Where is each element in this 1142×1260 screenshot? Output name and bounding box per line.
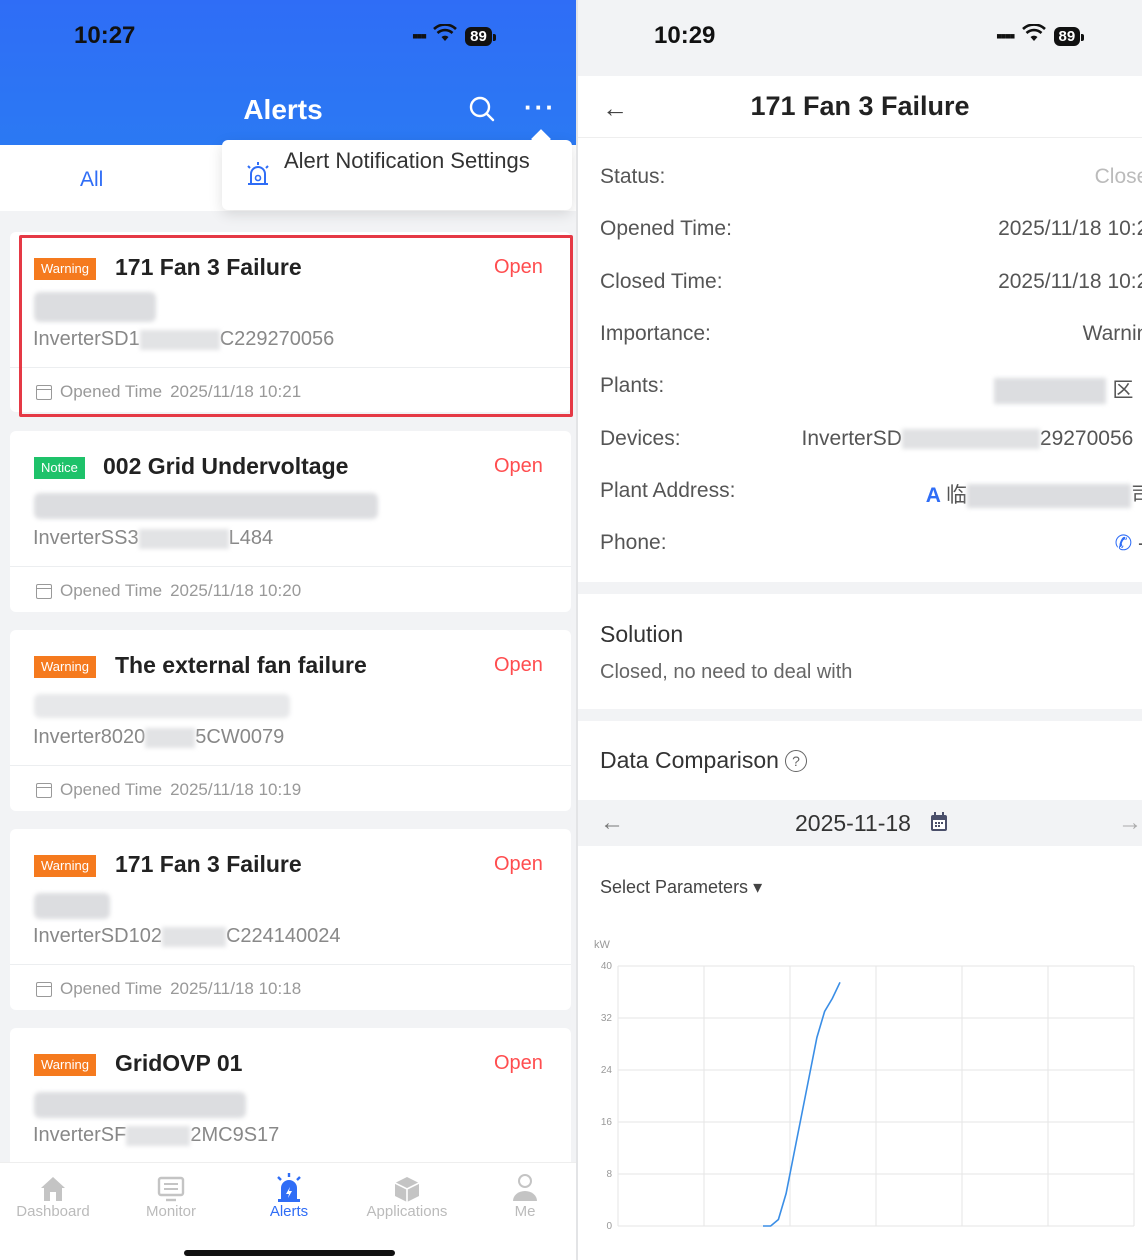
status-time: 10:27 [74,22,136,49]
search-icon[interactable] [468,95,496,123]
plant-name-redacted [34,893,110,919]
next-day-arrow-icon[interactable]: → [1118,809,1142,837]
nav-dashboard[interactable]: Dashboard [3,1169,103,1220]
power-line-chart: kW 0 8 16 24 32 40 [594,939,1135,1232]
nav-applications[interactable]: Applications [357,1169,457,1220]
alert-title: 002 Grid Undervoltage [103,453,349,479]
alert-status: Open [494,455,543,477]
monitor-icon [157,1176,185,1202]
help-icon[interactable]: ? [784,749,807,772]
alert-card[interactable]: Notice 002 Grid Undervoltage Open Invert… [10,431,571,612]
wifi-icon [433,23,458,48]
severity-badge: Warning [34,656,96,678]
alert-card[interactable]: Warning The external fan failure Open In… [10,630,571,811]
y-tick-label: 16 [601,1117,613,1128]
tab-all[interactable]: All [80,168,103,192]
alarm-icon [277,1173,301,1202]
alert-status: Open [494,654,543,676]
plant-name-redacted [34,1092,246,1118]
status-icons: ▪▪▪▪ 89 [996,23,1084,48]
battery-icon: 89 [1053,26,1084,46]
data-comparison-title: Data Comparison ? [600,747,807,774]
device-id: InverterSD102 C224140024 [33,925,341,947]
select-parameters-dropdown[interactable]: Select Parameters ▾ [600,877,762,898]
user-icon [513,1174,537,1201]
plant-name-redacted [34,694,290,718]
y-tick-label: 8 [606,1169,612,1180]
detail-closed-time: Closed Time: 2025/11/18 10:27 [600,270,1142,293]
severity-badge: Warning [34,855,96,877]
bottom-nav: Dashboard Monitor Alerts Applications Me [0,1162,576,1260]
previous-day-arrow-icon[interactable]: ← [600,809,624,837]
plant-name-redacted [34,493,378,519]
detail-importance: Importance: Warning [600,322,1142,345]
y-axis-unit: kW [594,939,611,951]
battery-icon: 89 [465,26,496,46]
navigation-icon: A [925,484,946,507]
home-indicator [184,1250,395,1256]
opened-time: Opened Time 2025/11/18 10:19 [36,780,301,800]
y-tick-label: 32 [601,1013,613,1024]
severity-badge: Warning [34,1054,96,1076]
alert-card[interactable]: Warning GridOVP 01 Open InverterSF 2MC9S1… [10,1028,571,1168]
status-time: 10:29 [654,22,716,49]
detail-devices[interactable]: Devices: InverterSD29270056 › [600,427,1142,451]
solution-text: Closed, no need to deal with [600,661,853,683]
alert-card[interactable]: Warning 171 Fan 3 Failure Open InverterS… [10,829,571,1010]
nav-me[interactable]: Me [475,1169,575,1220]
nav-bar: ← 171 Fan 3 Failure [578,76,1142,138]
detail-plants[interactable]: Plants: 区 › [600,374,1142,405]
status-bar: 10:29 ▪▪▪▪ 89 [578,0,1142,76]
nav-monitor[interactable]: Monitor [121,1169,221,1220]
dropdown-arrow-icon: ▾ [753,877,763,897]
alert-title: GridOVP 01 [115,1050,243,1076]
more-menu-popup: Alert Notification Settings [222,140,572,210]
device-id: InverterSS3 L484 [33,527,274,549]
device-id: InverterSF 2MC9S17 [33,1124,280,1146]
calendar-icon [36,981,52,997]
detail-status: Status: Closed [600,165,1142,188]
calendar-icon [36,782,52,798]
detail-phone[interactable]: Phone: ✆ -- [600,531,1142,555]
status-icons: ▪▪▪ 89 [412,23,496,48]
highlight-box [19,235,573,417]
page-title: 171 Fan 3 Failure [750,91,970,121]
alerts-header: 10:27 ▪▪▪ 89 Alerts ··· [0,0,576,145]
nav-alerts[interactable]: Alerts [239,1169,339,1220]
alert-notification-settings[interactable]: Alert Notification Settings [284,147,544,174]
calendar-icon[interactable] [930,812,948,832]
alert-detail-screen: 10:29 ▪▪▪▪ 89 ← 171 Fan 3 Failure Status… [578,0,1142,1260]
more-icon[interactable]: ··· [524,92,556,123]
signal-icon: ▪▪▪ [412,25,427,46]
signal-icon: ▪▪▪▪ [996,25,1015,46]
detail-plant-address[interactable]: Plant Address: A 临司 [600,479,1142,509]
alert-title: The external fan failure [115,652,367,678]
device-id: Inverter8020 5CW0079 [33,726,285,748]
alert-status: Open [494,1052,543,1074]
selected-date[interactable]: 2025-11-18 [795,810,911,837]
alert-title: 171 Fan 3 Failure [115,851,302,877]
opened-time: Opened Time 2025/11/18 10:20 [36,581,301,601]
series-line [763,981,841,1227]
phone-icon: ✆ [1114,532,1138,555]
severity-badge: Notice [34,457,85,479]
home-icon [41,1177,65,1201]
wifi-icon [1021,23,1046,48]
date-selector: ← 2025-11-18 → [578,800,1142,846]
cube-icon [394,1177,420,1202]
alarm-settings-icon [247,162,269,185]
calendar-icon [36,583,52,599]
alerts-screen: 10:27 ▪▪▪ 89 Alerts ··· All Alert Notifi… [0,0,576,1260]
solution-title: Solution [600,621,684,647]
opened-time: Opened Time 2025/11/18 10:18 [36,979,301,999]
y-tick-label: 24 [601,1065,613,1076]
detail-opened-time: Opened Time: 2025/11/18 10:21 [600,217,1142,240]
y-tick-label: 0 [606,1221,612,1232]
y-tick-label: 40 [601,961,613,972]
alert-status: Open [494,853,543,875]
